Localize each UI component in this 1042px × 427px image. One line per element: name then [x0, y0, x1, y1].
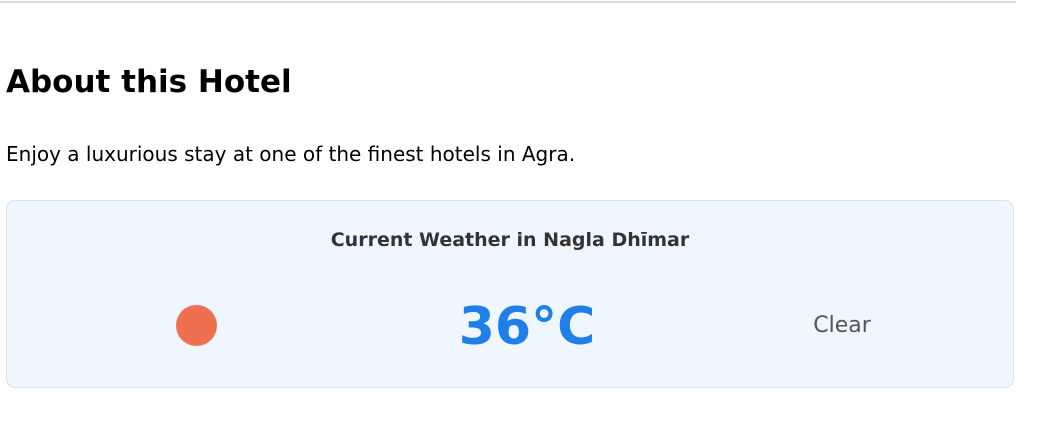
weather-temperature: 36°C [458, 297, 596, 357]
about-hotel-title: About this Hotel [6, 64, 292, 100]
weather-condition: Clear [813, 313, 871, 338]
weather-widget: Current Weather in Nagla Dhīmar 36°C Cle… [6, 200, 1014, 388]
about-hotel-description: Enjoy a luxurious stay at one of the fin… [6, 142, 576, 166]
page: About this Hotel Enjoy a luxurious stay … [0, 0, 1042, 427]
weather-heading: Current Weather in Nagla Dhīmar [330, 229, 690, 251]
top-divider [0, 1, 1016, 3]
sun-icon [176, 305, 217, 346]
